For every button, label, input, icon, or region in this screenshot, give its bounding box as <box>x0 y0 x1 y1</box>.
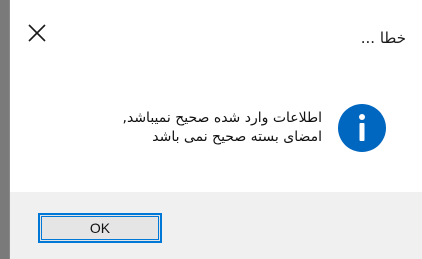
dialog-content: اطلاعات وارد شده صحیح نمیباشد, امضای بست… <box>10 66 422 192</box>
dialog-footer: OK <box>10 192 422 259</box>
info-icon <box>338 104 386 152</box>
dialog-message: اطلاعات وارد شده صحیح نمیباشد, امضای بست… <box>123 109 322 147</box>
close-icon <box>28 24 46 42</box>
ok-button[interactable]: OK <box>38 213 162 243</box>
message-line-2: امضای بسته صحیح نمی باشد <box>152 129 322 145</box>
dialog-title: خطا ... <box>360 29 406 47</box>
message-line-1: اطلاعات وارد شده صحیح نمیباشد, <box>122 110 322 126</box>
close-button[interactable] <box>24 20 50 46</box>
error-dialog: خطا ... اطلاعات وارد شده صحیح نمیباشد, ا… <box>9 0 422 259</box>
title-bar: خطا ... <box>10 0 422 66</box>
